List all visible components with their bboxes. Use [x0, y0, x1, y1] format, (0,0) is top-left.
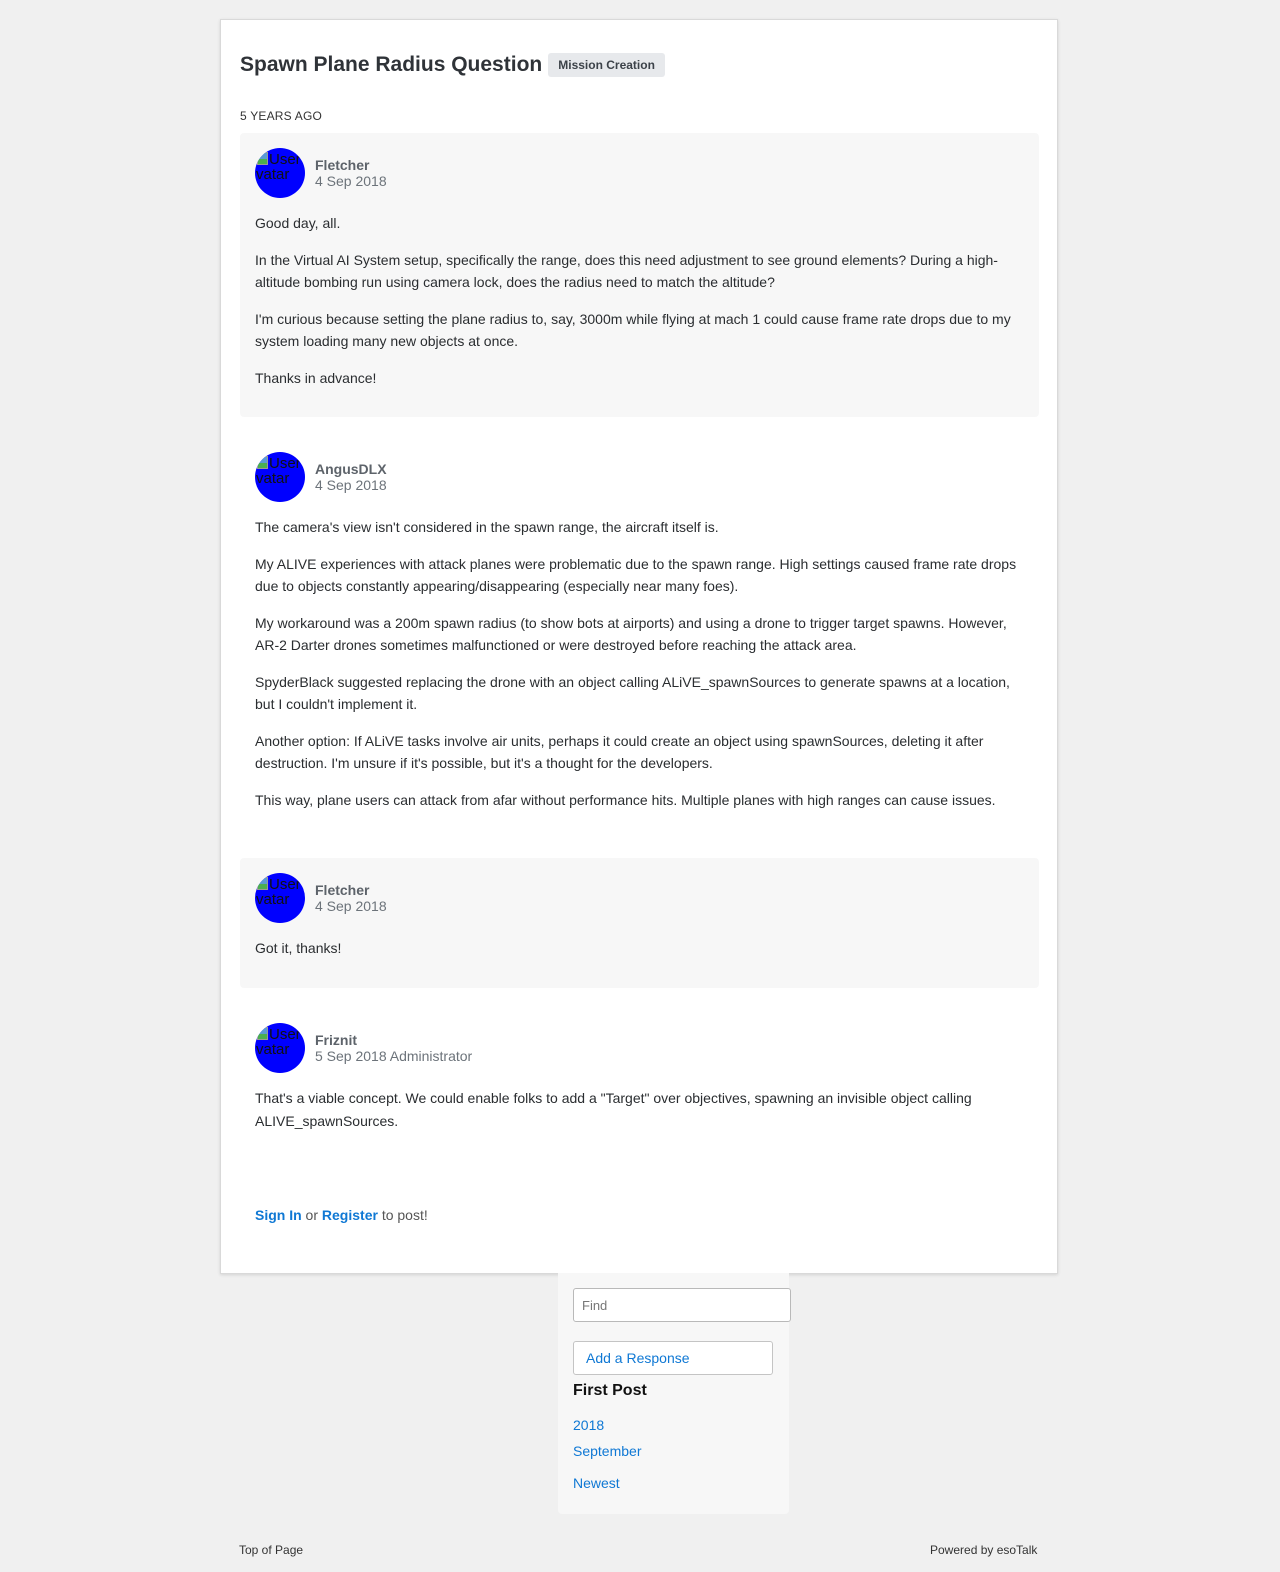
scrubber-month-link[interactable]: September	[573, 1443, 641, 1459]
post-header: User Avatar AngusDLX 4 Sep 2018	[255, 452, 1024, 502]
post-meta: Fletcher 4 Sep 2018	[315, 157, 387, 189]
avatar-alt-text: User Avatar	[256, 1026, 305, 1058]
scrubber-year-link[interactable]: 2018	[573, 1417, 604, 1433]
avatar-alt-text: User Avatar	[256, 455, 305, 487]
top-of-page-link[interactable]: Top of Page	[239, 1543, 303, 1557]
post: User Avatar Friznit 5 Sep 2018 Administr…	[240, 1008, 1039, 1148]
post-meta: Fletcher 4 Sep 2018	[315, 882, 387, 914]
post-paragraph: Another option: If ALiVE tasks involve a…	[255, 732, 984, 772]
post-paragraph: In the Virtual AI System setup, specific…	[255, 251, 998, 291]
post-paragraph: My workaround was a 200m spawn radius (t…	[255, 614, 1007, 654]
post: User Avatar Fletcher 4 Sep 2018 Good day…	[240, 133, 1039, 417]
avatar-alt-text: User Avatar	[256, 876, 305, 908]
thread-card: Spawn Plane Radius Question Mission Crea…	[220, 19, 1058, 1274]
post-date: 5 Sep 2018 Administrator	[315, 1048, 473, 1064]
channel-tag[interactable]: Mission Creation	[548, 53, 665, 77]
thread-title: Spawn Plane Radius Question	[240, 53, 543, 76]
post-header: User Avatar Fletcher 4 Sep 2018	[255, 148, 1024, 198]
post-body: That's a viable concept. We could enable…	[255, 1087, 1024, 1132]
post-meta: AngusDLX 4 Sep 2018	[315, 461, 387, 493]
post-paragraph: The camera's view isn't considered in th…	[255, 519, 719, 535]
post-paragraph: That's a viable concept. We could enable…	[255, 1090, 972, 1129]
post-date: 4 Sep 2018	[315, 477, 387, 493]
thread-header: Spawn Plane Radius Question Mission Crea…	[240, 53, 665, 77]
sign-in-link[interactable]: Sign In	[255, 1207, 302, 1223]
post-paragraph: Thanks in advance!	[255, 369, 377, 386]
post-body: The camera's view isn't considered in th…	[255, 516, 1024, 811]
post-paragraph: Good day, all.	[255, 215, 341, 231]
post-paragraph: My ALIVE experiences with attack planes …	[255, 555, 1017, 595]
post: User Avatar AngusDLX 4 Sep 2018 The came…	[240, 437, 1039, 857]
time-marker: 5 YEARS AGO	[240, 109, 323, 123]
post-author[interactable]: AngusDLX	[315, 461, 387, 477]
post-paragraph: I'm curious because setting the plane ra…	[255, 310, 1011, 350]
post-paragraph: Got it, thanks!	[255, 940, 342, 956]
post-meta: Friznit 5 Sep 2018 Administrator	[315, 1032, 472, 1064]
post-date: 4 Sep 2018	[315, 173, 387, 189]
post-author[interactable]: Fletcher	[315, 882, 387, 898]
post-header: User Avatar Friznit 5 Sep 2018 Administr…	[255, 1023, 1024, 1073]
first-post-heading[interactable]: First Post	[573, 1382, 647, 1400]
avatar[interactable]: User Avatar	[255, 148, 305, 198]
powered-by-text: Powered by esoTalk	[930, 1543, 1038, 1557]
avatar[interactable]: User Avatar	[255, 873, 305, 923]
post-body: Good day, all. In the Virtual AI System …	[255, 212, 1024, 389]
avatar[interactable]: User Avatar	[255, 1023, 305, 1073]
post-author[interactable]: Fletcher	[315, 157, 387, 173]
avatar-alt-text: User Avatar	[256, 151, 305, 183]
signin-or-text: or	[301, 1207, 322, 1223]
post-paragraph: SpyderBlack suggested replacing the dron…	[255, 673, 1010, 713]
scrubber-sidebar: Add a Response First Post 2018 September…	[558, 1273, 791, 1514]
search-input[interactable]	[573, 1288, 791, 1322]
post-paragraph: This way, plane users can attack from af…	[255, 791, 996, 808]
post-date: 4 Sep 2018	[315, 898, 387, 914]
avatar[interactable]: User Avatar	[255, 452, 305, 502]
signin-suffix-text: to post!	[377, 1207, 428, 1223]
post: User Avatar Fletcher 4 Sep 2018 Got it, …	[240, 858, 1039, 988]
post-author[interactable]: Friznit	[315, 1032, 472, 1048]
post-header: User Avatar Fletcher 4 Sep 2018	[255, 873, 1024, 923]
register-link[interactable]: Register	[322, 1207, 378, 1223]
scrubber-newest-link[interactable]: Newest	[573, 1475, 620, 1491]
post-body: Got it, thanks!	[255, 937, 1024, 960]
add-response-button[interactable]: Add a Response	[573, 1341, 773, 1375]
signin-prompt: Sign In or Register to post!	[255, 1207, 428, 1223]
